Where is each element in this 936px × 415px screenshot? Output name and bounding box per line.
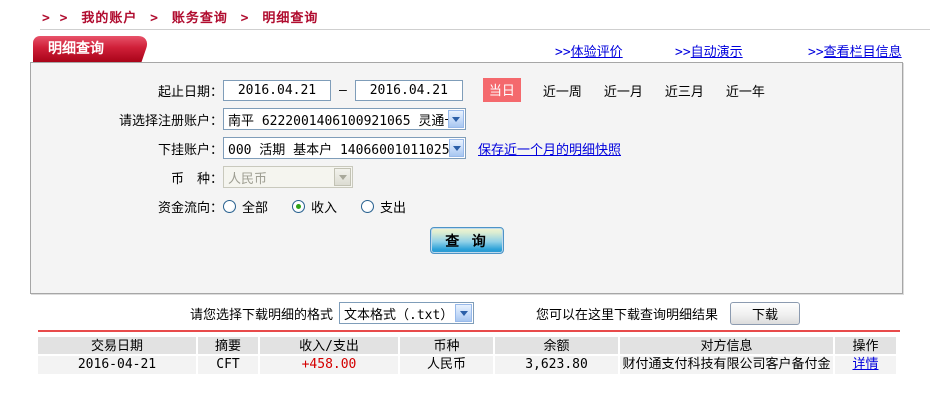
query-form-panel: 起止日期： — 当日 近一周 近一月 近三月 近一年 请选择注册账户： 南平 6… — [30, 62, 903, 294]
chevron-down-icon[interactable] — [455, 304, 473, 322]
form-row-date-range: 起止日期： — 当日 近一周 近一月 近三月 近一年 — [31, 78, 902, 102]
quick-option-last-week[interactable]: 近一周 — [543, 81, 582, 100]
download-hint: 您可以在这里下载查询明细结果 — [536, 307, 719, 323]
download-format-label: 请您选择下载明细的格式 — [190, 307, 334, 323]
link-label: 查看栏目信息 — [823, 45, 902, 60]
date-range-dash: — — [339, 82, 347, 98]
header-currency: 币种 — [400, 337, 495, 356]
form-row-flow: 资金流向： 全部 收入 支出 — [31, 195, 902, 217]
currency-value: 人民币 — [228, 171, 268, 187]
flow-label: 资金流向： — [157, 200, 223, 216]
radio-flow-all[interactable] — [223, 199, 236, 213]
breadcrumb-divider — [40, 29, 930, 30]
download-row: 请您选择下载明细的格式 文本格式（.txt） 您可以在这里下载查询明细结果 下载 — [190, 301, 801, 325]
tab-detail-query[interactable]: 明细查询 — [33, 36, 133, 62]
query-button[interactable]: 查 询 — [429, 227, 504, 254]
header-trade-date: 交易日期 — [38, 337, 198, 356]
save-snapshot-link[interactable]: 保存近一个月的明细快照 — [478, 139, 621, 158]
register-account-value: 南平 6222001406100921065 灵通卡 — [228, 113, 448, 129]
cell-amount: +458.00 — [260, 356, 400, 374]
breadcrumb-item-my-account[interactable]: 我的账户 — [81, 11, 137, 26]
cell-balance: 3,623.80 — [495, 356, 620, 374]
radio-flow-income-label[interactable]: 收入 — [311, 197, 337, 216]
detail-link[interactable]: 详情 — [852, 357, 878, 372]
currency-select-disabled: 人民币 — [223, 166, 353, 188]
table-top-rule — [38, 330, 900, 332]
download-format-value: 文本格式（.txt） — [344, 307, 454, 323]
radio-flow-expense-label[interactable]: 支出 — [380, 197, 406, 216]
radio-flow-all-label[interactable]: 全部 — [242, 197, 268, 216]
date-to-input[interactable] — [354, 79, 463, 101]
header-action: 操作 — [835, 337, 896, 356]
breadcrumb: > > 我的账户 > 账务查询 > 明细查询 — [42, 7, 322, 26]
date-from-input[interactable] — [223, 79, 331, 101]
breadcrumb-separator: > — [150, 11, 159, 26]
sub-account-select[interactable]: 000 活期 基本户 1406600101102571848 — [223, 137, 466, 159]
radio-flow-income[interactable] — [292, 199, 306, 213]
breadcrumb-item-detail-query[interactable]: 明细查询 — [262, 11, 318, 26]
quick-option-last-quarter[interactable]: 近三月 — [665, 81, 704, 100]
form-row-sub-account: 下挂账户： 000 活期 基本户 1406600101102571848 保存近… — [31, 137, 902, 159]
chevron-down-icon — [334, 168, 351, 186]
currency-label: 币 种： — [170, 171, 223, 187]
breadcrumb-prefix: > > — [42, 11, 69, 26]
header-summary: 摘要 — [198, 337, 260, 356]
form-row-currency: 币 种： 人民币 — [31, 166, 902, 188]
link-label: 自动演示 — [690, 45, 743, 60]
download-format-select[interactable]: 文本格式（.txt） — [339, 302, 475, 324]
cell-summary: CFT — [198, 356, 260, 374]
breadcrumb-separator: > — [240, 11, 250, 26]
transactions-table: 交易日期 摘要 收入/支出 币种 余额 对方信息 操作 2016-04-21 C… — [38, 337, 896, 374]
cell-action: 详情 — [835, 356, 896, 374]
cell-trade-date: 2016-04-21 — [38, 356, 198, 374]
link-view-column-info[interactable]: >>查看栏目信息 — [808, 41, 902, 60]
link-prefix: >> — [808, 45, 824, 60]
link-experience-review[interactable]: >>体验评价 — [555, 41, 623, 60]
quick-option-today[interactable]: 当日 — [482, 78, 521, 102]
tab-title: 明细查询 — [48, 41, 104, 57]
chevron-down-icon[interactable] — [449, 139, 464, 157]
table-header-row: 交易日期 摘要 收入/支出 币种 余额 对方信息 操作 — [38, 337, 896, 356]
link-prefix: >> — [675, 45, 691, 60]
quick-option-last-year[interactable]: 近一年 — [726, 81, 765, 100]
query-button-row: 查 询 — [31, 227, 902, 254]
register-account-select[interactable]: 南平 6222001406100921065 灵通卡 — [223, 108, 466, 130]
download-button[interactable]: 下载 — [730, 301, 801, 325]
link-label: 体验评价 — [570, 45, 623, 60]
header-counterparty: 对方信息 — [620, 337, 835, 356]
sub-account-value: 000 活期 基本户 1406600101102571848 — [228, 142, 450, 158]
link-auto-demo[interactable]: >>自动演示 — [675, 41, 743, 60]
link-prefix: >> — [555, 45, 571, 60]
form-row-register-account: 请选择注册账户： 南平 6222001406100921065 灵通卡 — [31, 108, 902, 130]
radio-flow-expense[interactable] — [361, 199, 375, 213]
chevron-down-icon[interactable] — [447, 110, 464, 128]
breadcrumb-item-account-query[interactable]: 账务查询 — [172, 11, 228, 26]
cell-currency: 人民币 — [400, 356, 495, 374]
date-range-label: 起止日期： — [157, 84, 223, 100]
register-account-label: 请选择注册账户： — [118, 113, 223, 129]
cell-counterparty: 财付通支付科技有限公司客户备付金 — [620, 356, 835, 374]
header-income-expense: 收入/支出 — [260, 337, 400, 356]
table-row: 2016-04-21 CFT +458.00 人民币 3,623.80 财付通支… — [38, 356, 896, 374]
sub-account-label: 下挂账户： — [157, 142, 223, 158]
detail-query-page: > > 我的账户 > 账务查询 > 明细查询 明细查询 >>体验评价 >>自动演… — [0, 0, 936, 415]
header-balance: 余额 — [495, 337, 620, 356]
quick-option-last-month[interactable]: 近一月 — [604, 81, 643, 100]
